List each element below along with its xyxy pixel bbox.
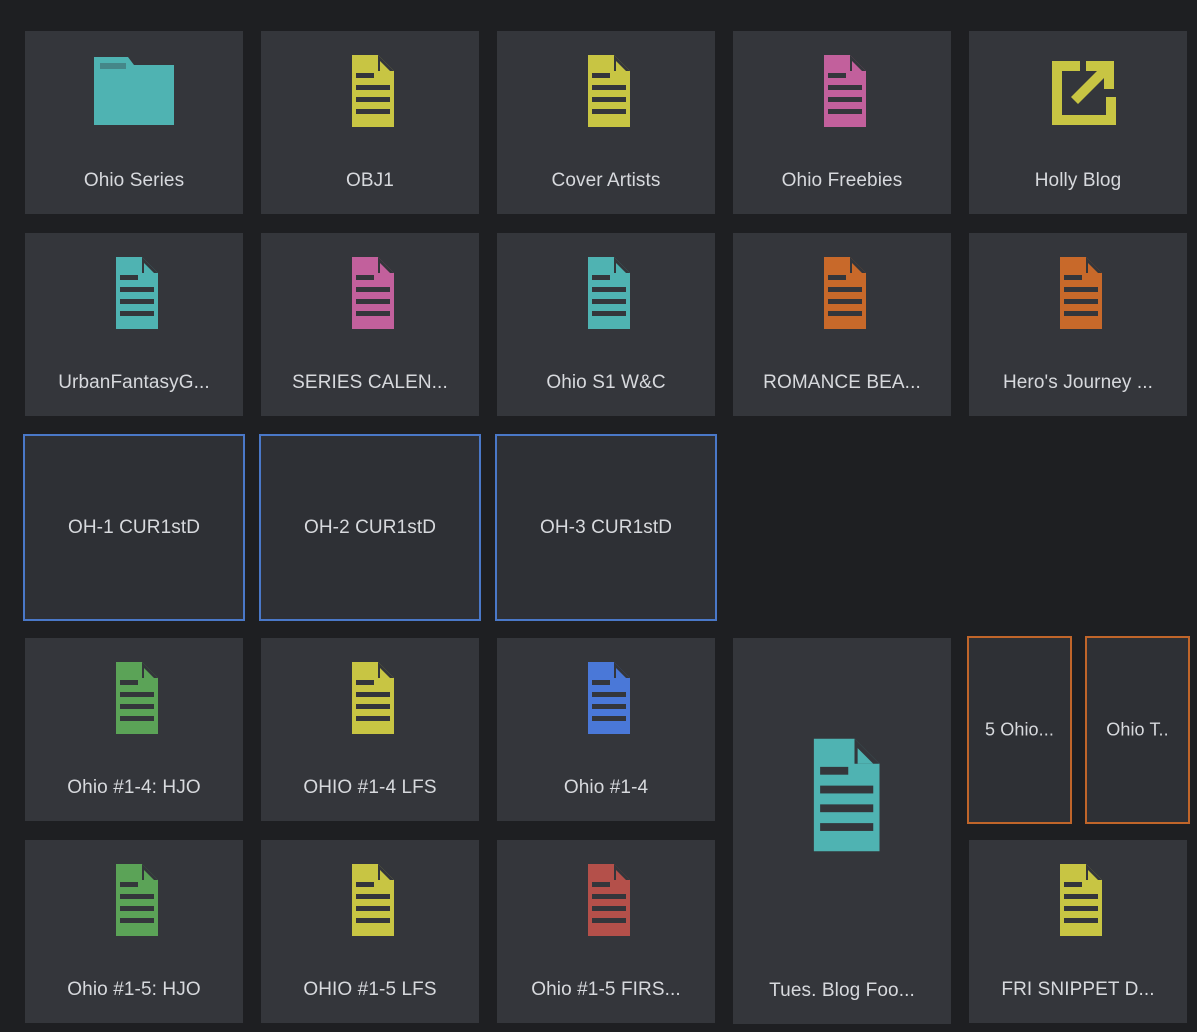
tile-label: OHIO #1-4 LFS — [303, 777, 437, 798]
tile-label: SERIES CALEN... — [292, 372, 448, 393]
tile-label: OH-3 CUR1stD — [539, 516, 673, 538]
tile-label: Tues. Blog Foo... — [769, 980, 915, 1001]
tile-label: Hero's Journey ... — [1002, 372, 1154, 393]
tile-cover-artists[interactable]: Cover Artists — [497, 31, 715, 214]
tile-label: 5 Ohio... — [985, 719, 1054, 740]
tile-heros-journey[interactable]: Hero's Journey ... — [969, 233, 1187, 416]
tile-oh-3-cur1std[interactable]: OH-3 CUR1stD — [495, 434, 717, 621]
tile-label: Ohio #1-4 — [563, 777, 649, 798]
tile-fri-snippet[interactable]: FRI SNIPPET D... — [969, 840, 1187, 1023]
tile-label: Ohio #1-4: HJO — [67, 777, 201, 798]
tile-label: Ohio S1 W&C — [546, 372, 666, 393]
tile-ohio-1-5-hjo[interactable]: Ohio #1-5: HJO — [25, 840, 243, 1023]
tile-label: UrbanFantasyG... — [58, 372, 210, 393]
tile-ohio-1-5-lfs[interactable]: OHIO #1-5 LFS — [261, 840, 479, 1023]
tile-board: Ohio Series OBJ1 Cover Artists Ohio Free… — [0, 0, 1197, 1032]
tile-ohio-freebies[interactable]: Ohio Freebies — [733, 31, 951, 214]
tile-label: OBJ1 — [346, 170, 394, 191]
document-icon — [588, 257, 630, 329]
tile-label: OH-1 CUR1stD — [67, 516, 201, 538]
tile-ohio-t[interactable]: Ohio T.. — [1085, 636, 1190, 824]
tile-label: Ohio Freebies — [781, 170, 903, 191]
tile-ohio-1-5-first[interactable]: Ohio #1-5 FIRS... — [497, 840, 715, 1023]
document-icon — [824, 257, 866, 329]
document-icon — [813, 738, 880, 852]
tile-ohio-s1-wc[interactable]: Ohio S1 W&C — [497, 233, 715, 416]
tile-label: Ohio T.. — [1106, 719, 1169, 740]
document-icon — [588, 662, 630, 734]
tile-label: FRI SNIPPET D... — [1001, 979, 1155, 1000]
document-icon — [116, 864, 158, 936]
tile-ohio-1-4-hjo[interactable]: Ohio #1-4: HJO — [25, 638, 243, 821]
tile-label: ROMANCE BEA... — [763, 372, 921, 393]
tile-ohio-1-4[interactable]: Ohio #1-4 — [497, 638, 715, 821]
tile-label: Ohio Series — [83, 170, 185, 191]
tile-oh-2-cur1std[interactable]: OH-2 CUR1stD — [259, 434, 481, 621]
document-icon — [116, 257, 158, 329]
document-icon — [116, 662, 158, 734]
tile-label: OHIO #1-5 LFS — [303, 979, 437, 1000]
tile-obj1[interactable]: OBJ1 — [261, 31, 479, 214]
document-icon — [824, 55, 866, 127]
document-icon — [1060, 257, 1102, 329]
external-link-icon — [1052, 61, 1116, 125]
tile-holly-blog[interactable]: Holly Blog — [969, 31, 1187, 214]
document-icon — [352, 662, 394, 734]
document-icon — [588, 864, 630, 936]
tile-label: OH-2 CUR1stD — [303, 516, 437, 538]
tile-5-ohio[interactable]: 5 Ohio... — [967, 636, 1072, 824]
tile-label: Cover Artists — [551, 170, 661, 191]
tile-label: Holly Blog — [1034, 170, 1122, 191]
tile-oh-1-cur1std[interactable]: OH-1 CUR1stD — [23, 434, 245, 621]
folder-icon — [94, 57, 174, 125]
tile-label: Ohio #1-5: HJO — [67, 979, 201, 1000]
document-icon — [1060, 864, 1102, 936]
document-icon — [352, 257, 394, 329]
tile-urbanfantasyg[interactable]: UrbanFantasyG... — [25, 233, 243, 416]
document-icon — [588, 55, 630, 127]
tile-tues-blog[interactable]: Tues. Blog Foo... — [733, 638, 951, 1024]
document-icon — [352, 55, 394, 127]
tile-series-calendar[interactable]: SERIES CALEN... — [261, 233, 479, 416]
document-icon — [352, 864, 394, 936]
tile-ohio-series[interactable]: Ohio Series — [25, 31, 243, 214]
tile-romance-beat[interactable]: ROMANCE BEA... — [733, 233, 951, 416]
tile-label: Ohio #1-5 FIRS... — [531, 979, 681, 1000]
tile-ohio-1-4-lfs[interactable]: OHIO #1-4 LFS — [261, 638, 479, 821]
